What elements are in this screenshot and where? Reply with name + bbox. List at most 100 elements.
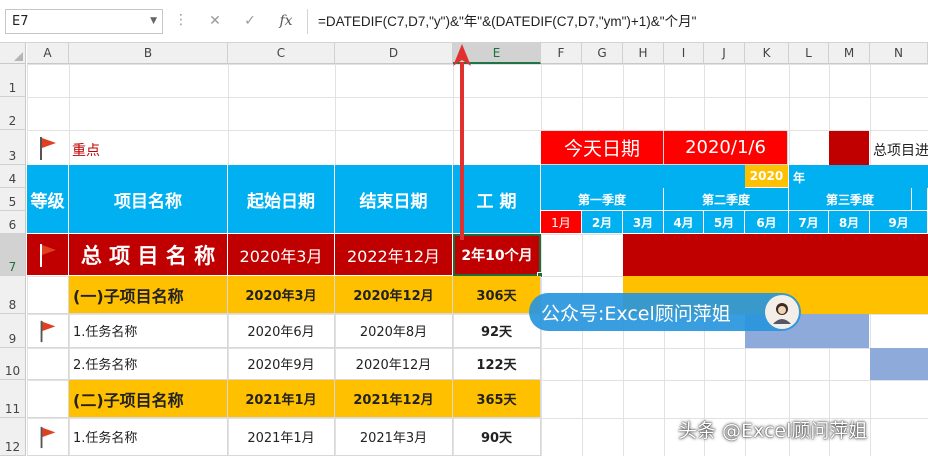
item-start[interactable]: 2020年3月 [228, 276, 335, 314]
column-header-h[interactable]: H [623, 43, 664, 64]
row-header-6[interactable]: 6 [0, 211, 26, 234]
level-cell[interactable] [27, 348, 69, 380]
row-header-4[interactable]: 4 [0, 165, 26, 188]
flag-icon [40, 320, 55, 342]
legend-label: 总项目进 [873, 143, 928, 159]
flag-icon [27, 130, 69, 165]
row-header-5[interactable]: 5 [0, 188, 26, 211]
level-cell[interactable] [27, 276, 69, 314]
row-header-2[interactable]: 2 [0, 97, 26, 130]
column-header-n[interactable]: N [870, 43, 928, 64]
header-start[interactable]: 起始日期 [228, 165, 335, 234]
project-end[interactable]: 2022年12月 [335, 234, 453, 276]
gantt-bar-task-2 [870, 348, 928, 380]
month-label[interactable]: 4月 [664, 211, 704, 234]
today-value[interactable]: 2020/1/6 [664, 131, 788, 165]
quarter-label-overflow [912, 188, 928, 211]
column-header-b[interactable]: B [69, 43, 228, 64]
month-label[interactable]: 9月 [870, 211, 928, 234]
gantt-bar-project [623, 234, 928, 276]
column-header-i[interactable]: I [664, 43, 704, 64]
item-end[interactable]: 2021年3月 [335, 418, 453, 456]
month-label[interactable]: 8月 [829, 211, 870, 234]
row-header-10[interactable]: 10 [0, 348, 26, 380]
legend-swatch-project [829, 131, 869, 165]
row-header-3[interactable]: 3 [0, 130, 26, 165]
column-header-d[interactable]: D [335, 43, 453, 64]
quarter-label[interactable]: 第二季度 [664, 188, 789, 211]
chevron-down-icon[interactable]: ▼ [150, 10, 157, 33]
avatar [765, 295, 799, 329]
month-label[interactable]: 2月 [582, 211, 623, 234]
quarter-label[interactable]: 第一季度 [541, 188, 664, 211]
column-header-f[interactable]: F [541, 43, 582, 64]
column-header-g[interactable]: G [582, 43, 623, 64]
enter-icon[interactable]: ✓ [235, 9, 265, 34]
month-label[interactable]: 7月 [789, 211, 829, 234]
item-end[interactable]: 2021年12月 [335, 380, 453, 418]
timeline-year-band [541, 165, 928, 188]
row-header-12[interactable]: 12 [0, 418, 26, 456]
header-end[interactable]: 结束日期 [335, 165, 453, 234]
column-header-l[interactable]: L [789, 43, 829, 64]
item-name[interactable]: 2.任务名称 [69, 348, 228, 380]
name-box[interactable]: E7 ▼ [5, 9, 163, 34]
level-cell[interactable] [27, 380, 69, 418]
item-start[interactable]: 2020年6月 [228, 314, 335, 348]
annotation-arrow [453, 44, 471, 240]
flag-icon [40, 426, 55, 448]
item-duration[interactable]: 365天 [453, 380, 541, 418]
grid-line [541, 64, 542, 456]
row-header-1[interactable]: 1 [0, 64, 26, 97]
year-unit: 年 [793, 171, 806, 185]
item-start[interactable]: 2020年9月 [228, 348, 335, 380]
row-header-8[interactable]: 8 [0, 276, 26, 314]
footer-watermark: 头条 @Excel顾问萍姐 [678, 420, 868, 442]
item-duration[interactable]: 90天 [453, 418, 541, 456]
item-name[interactable]: (二)子项目名称 [69, 380, 228, 418]
level-cell[interactable] [27, 418, 69, 456]
row-header-9[interactable]: 9 [0, 314, 26, 348]
item-duration[interactable]: 122天 [453, 348, 541, 380]
item-start[interactable]: 2021年1月 [228, 380, 335, 418]
year-value[interactable]: 2020 [745, 165, 789, 188]
item-start[interactable]: 2021年1月 [228, 418, 335, 456]
month-label[interactable]: 3月 [623, 211, 664, 234]
header-level[interactable]: 等级 [27, 165, 69, 234]
project-start[interactable]: 2020年3月 [228, 234, 335, 276]
month-label[interactable]: 1月 [541, 211, 582, 234]
header-name[interactable]: 项目名称 [69, 165, 228, 234]
month-label[interactable]: 6月 [745, 211, 789, 234]
item-name[interactable]: 1.任务名称 [69, 314, 228, 348]
formula-bar: E7 ▼ ⋮ ✕ ✓ fx =DATEDIF(C7,D7,"y")&"年"&(D… [0, 0, 928, 43]
flag-icon [27, 234, 69, 276]
select-all-corner[interactable] [0, 43, 26, 64]
insert-function-icon[interactable]: fx [271, 9, 301, 34]
item-end[interactable]: 2020年12月 [335, 276, 453, 314]
column-header-j[interactable]: J [704, 43, 745, 64]
item-name[interactable]: (一)子项目名称 [69, 276, 228, 314]
cancel-icon[interactable]: ✕ [200, 9, 230, 34]
column-header-m[interactable]: M [829, 43, 870, 64]
column-header-a[interactable]: A [27, 43, 69, 64]
row-header-11[interactable]: 11 [0, 380, 26, 418]
watermark-badge: 公众号:Excel顾问萍姐 [529, 293, 801, 331]
quarter-label[interactable]: 第三季度 [789, 188, 912, 211]
item-end[interactable]: 2020年12月 [335, 348, 453, 380]
column-header-c[interactable]: C [228, 43, 335, 64]
project-name[interactable]: 总 项 目 名 称 [69, 234, 228, 276]
month-label[interactable]: 5月 [704, 211, 745, 234]
item-duration[interactable]: 306天 [453, 276, 541, 314]
drag-handle-icon[interactable]: ⋮ [174, 9, 188, 34]
today-label[interactable]: 今天日期 [541, 131, 664, 165]
item-end[interactable]: 2020年8月 [335, 314, 453, 348]
formula-input[interactable]: =DATEDIF(C7,D7,"y")&"年"&(DATEDIF(C7,D7,"… [307, 9, 928, 34]
key-label: 重点 [72, 143, 100, 159]
row-header-7[interactable]: 7 [0, 234, 26, 276]
column-header-k[interactable]: K [745, 43, 789, 64]
grid-line [582, 64, 583, 456]
item-duration[interactable]: 92天 [453, 314, 541, 348]
item-name[interactable]: 1.任务名称 [69, 418, 228, 456]
watermark-badge-text: 公众号:Excel顾问萍姐 [541, 302, 731, 325]
level-cell[interactable] [27, 314, 69, 348]
